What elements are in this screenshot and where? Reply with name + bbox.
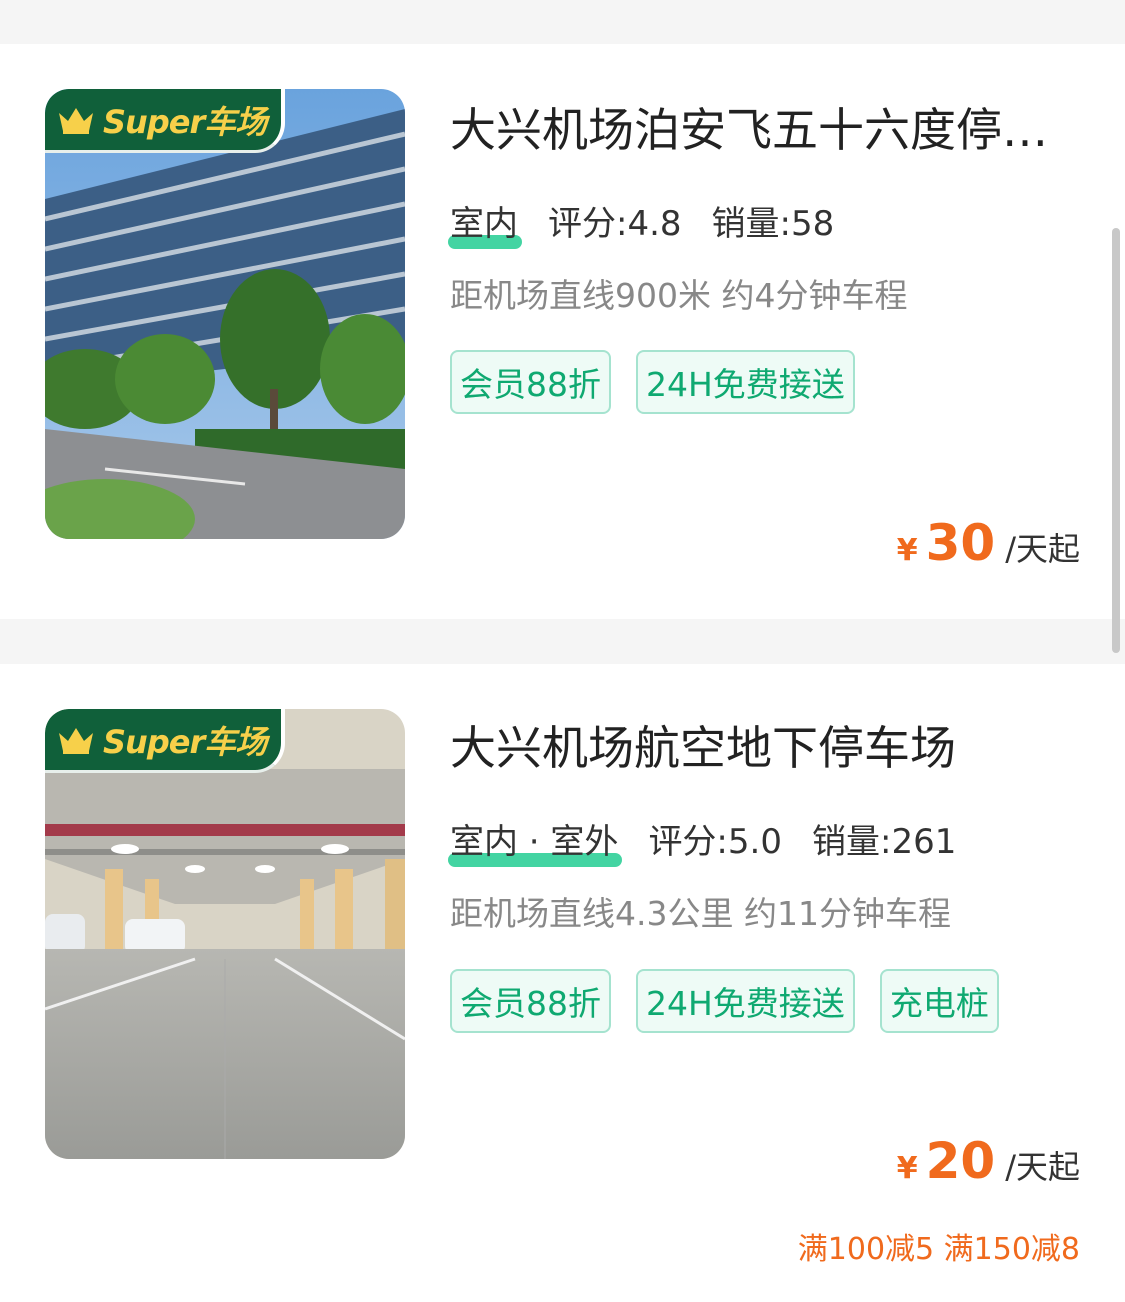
crown-icon (59, 107, 93, 134)
distance-text: 距机场直线4.3公里 约11分钟车程 (450, 894, 951, 933)
parking-lot-photo[interactable]: Super车场 (45, 709, 405, 1159)
price: ¥ 20 /天起 (897, 1132, 1080, 1190)
tag-charging-station: 充电桩 (879, 969, 999, 1033)
scrollbar[interactable] (1112, 228, 1120, 653)
distance-text: 距机场直线900米 约4分钟车程 (450, 276, 908, 315)
price-unit: /天起 (1005, 1148, 1080, 1186)
currency-symbol: ¥ (896, 1151, 918, 1186)
listing-title[interactable]: 大兴机场航空地下停车场 (450, 720, 1080, 776)
sales-count: 销量:58 (711, 203, 835, 244)
sales-count: 销量:261 (811, 821, 957, 862)
parking-listing-card[interactable]: Super车场 大兴机场泊安飞五十六度停… 室内 评分:4.8 销量:58 距机… (0, 44, 1125, 619)
underground-garage-image (45, 709, 405, 1159)
tag-free-shuttle: 24H免费接送 (636, 969, 855, 1033)
rating: 评分:5.0 (648, 821, 782, 862)
price-amount: 20 (925, 1132, 996, 1190)
super-parking-badge: Super车场 (45, 89, 285, 153)
listing-title[interactable]: 大兴机场泊安飞五十六度停… (450, 102, 1080, 158)
parking-list-page: Super车场 大兴机场泊安飞五十六度停… 室内 评分:4.8 销量:58 距机… (0, 0, 1125, 1302)
feature-tags: 会员88折 24H免费接送 (450, 350, 1090, 440)
price-amount: 30 (925, 514, 996, 572)
feature-tags: 会员88折 24H免费接送 充电桩 (450, 969, 1090, 1059)
listing-meta: 室内 评分:4.8 销量:58 (448, 196, 864, 249)
super-badge-label: Super车场 (103, 722, 267, 761)
environment-label: 室内 (448, 196, 522, 249)
parking-listing-card[interactable]: Super车场 大兴机场航空地下停车场 室内 · 室外 评分:5.0 销量:26… (0, 664, 1125, 1302)
super-parking-badge: Super车场 (45, 709, 285, 773)
parking-lot-photo[interactable]: Super车场 (45, 89, 405, 539)
tag-member-discount: 会员88折 (450, 350, 611, 414)
crown-icon (59, 727, 93, 754)
tag-member-discount: 会员88折 (450, 969, 611, 1033)
listing-meta: 室内 · 室外 评分:5.0 销量:261 (448, 814, 986, 867)
tag-free-shuttle: 24H免费接送 (636, 350, 855, 414)
environment-label: 室内 · 室外 (448, 814, 623, 867)
promotion-text: 满100减5 满150减8 (797, 1232, 1080, 1267)
price: ¥ 30 /天起 (897, 514, 1080, 572)
building-exterior-image (45, 89, 405, 539)
super-badge-label: Super车场 (103, 102, 267, 141)
price-unit: /天起 (1005, 530, 1080, 568)
currency-symbol: ¥ (896, 533, 918, 568)
rating: 评分:4.8 (548, 203, 682, 244)
